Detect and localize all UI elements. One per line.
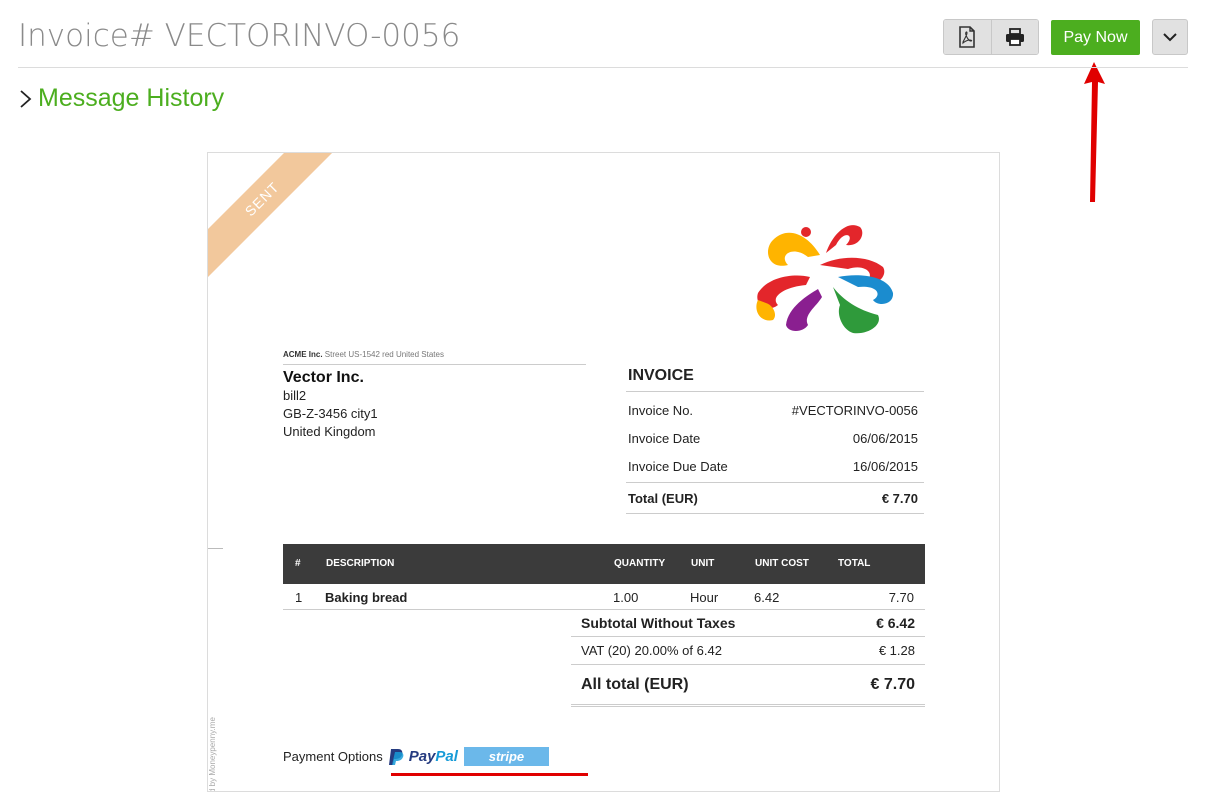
fold-mark bbox=[208, 548, 223, 549]
invoice-date-row: Invoice Date 06/06/2015 bbox=[626, 424, 924, 452]
cell-num: 1 bbox=[295, 590, 303, 605]
invoice-heading: INVOICE bbox=[626, 367, 924, 392]
column-header: QUANTITY bbox=[614, 558, 666, 569]
paypal-wordmark: PayPal bbox=[409, 748, 458, 765]
cell-total: 7.70 bbox=[888, 590, 914, 605]
bill-to-line: United Kingdom bbox=[283, 424, 376, 439]
watermark-text: d by Moneypenny.me bbox=[208, 717, 217, 792]
vat-row: VAT (20) 20.00% of 6.42 € 1.28 bbox=[571, 637, 925, 665]
header-divider bbox=[18, 67, 1188, 68]
column-header: UNIT COST bbox=[755, 558, 809, 569]
all-total-value: € 7.70 bbox=[870, 675, 915, 693]
payment-options-label: Payment Options bbox=[283, 749, 383, 764]
subtotal-label: Subtotal Without Taxes bbox=[581, 615, 736, 631]
paypal-icon bbox=[388, 748, 404, 765]
status-ribbon: SENT bbox=[208, 153, 347, 292]
cell-unit-cost: 6.42 bbox=[754, 590, 780, 605]
all-total-label: All total (EUR) bbox=[581, 675, 689, 693]
summary-value: #VECTORINVO-0056 bbox=[791, 402, 918, 418]
summary-label: Invoice Due Date bbox=[628, 458, 728, 474]
sender-street: Street US-1542 red United States bbox=[324, 350, 444, 359]
bill-to-line: bill2 bbox=[283, 388, 307, 403]
summary-label: Invoice No. bbox=[628, 402, 694, 418]
annotation-arrow bbox=[1084, 62, 1105, 202]
invoice-total-row: Total (EUR) € 7.70 bbox=[626, 482, 924, 514]
pay-now-button[interactable]: Pay Now bbox=[1051, 20, 1140, 55]
chevron-down-icon bbox=[1163, 32, 1177, 41]
page-title: Invoice# VECTORINVO-0056 bbox=[18, 18, 461, 54]
sender-address: ACME Inc. Street US-1542 red United Stat… bbox=[283, 350, 586, 365]
export-button-group bbox=[943, 19, 1039, 55]
column-header: # bbox=[295, 558, 301, 569]
invoice-summary: INVOICE Invoice No. #VECTORINVO-0056 Inv… bbox=[626, 367, 924, 514]
vat-label: VAT (20) 20.00% of 6.42 bbox=[581, 643, 722, 658]
vat-value: € 1.28 bbox=[878, 643, 915, 658]
summary-value: 16/06/2015 bbox=[852, 458, 918, 474]
table-header: # DESCRIPTION QUANTITY UNIT UNIT COST TO… bbox=[283, 544, 925, 584]
totals-block: Subtotal Without Taxes € 6.42 VAT (20) 2… bbox=[571, 610, 925, 707]
summary-value: 06/06/2015 bbox=[852, 430, 918, 446]
annotation-underline bbox=[391, 773, 588, 776]
payment-options: Payment Options PayPal stripe bbox=[283, 747, 549, 766]
pdf-icon bbox=[959, 26, 976, 48]
column-header: DESCRIPTION bbox=[326, 558, 395, 569]
subtotal-row: Subtotal Without Taxes € 6.42 bbox=[571, 610, 925, 637]
summary-value: € 7.70 bbox=[881, 490, 918, 506]
cell-quantity: 1.00 bbox=[613, 590, 639, 605]
all-total-row: All total (EUR) € 7.70 bbox=[571, 665, 925, 707]
company-logo bbox=[756, 225, 894, 334]
status-ribbon-label: SENT bbox=[208, 153, 345, 282]
stripe-button[interactable]: stripe bbox=[463, 747, 549, 766]
table-row: 1 Baking bread 1.00 Hour 6.42 7.70 bbox=[283, 584, 925, 610]
cell-description: Baking bread bbox=[325, 590, 408, 605]
bill-to-name: Vector Inc. bbox=[283, 369, 364, 386]
print-button[interactable] bbox=[990, 20, 1038, 54]
bill-to-block: Vector Inc. bill2 GB-Z-3456 city1 United… bbox=[283, 369, 378, 441]
invoice-due-date-row: Invoice Due Date 16/06/2015 bbox=[626, 452, 924, 480]
message-history-toggle[interactable]: Message History bbox=[18, 84, 224, 113]
column-header: TOTAL bbox=[838, 558, 871, 569]
paypal-pay: Pay bbox=[408, 748, 436, 765]
summary-label: Invoice Date bbox=[628, 430, 701, 446]
subtotal-value: € 6.42 bbox=[876, 615, 915, 631]
message-history-label: Message History bbox=[38, 84, 225, 112]
pdf-button[interactable] bbox=[944, 20, 991, 54]
more-options-button[interactable] bbox=[1152, 19, 1188, 55]
bill-to-line: GB-Z-3456 city1 bbox=[283, 406, 378, 421]
chevron-right-icon bbox=[20, 89, 32, 108]
paypal-button[interactable]: PayPal bbox=[387, 748, 458, 766]
invoice-document: SENT d by Moneypenny.me ACME Inc. Street… bbox=[207, 152, 1000, 792]
invoice-number-row: Invoice No. #VECTORINVO-0056 bbox=[626, 396, 924, 424]
column-header: UNIT bbox=[691, 558, 715, 569]
summary-label: Total (EUR) bbox=[628, 490, 698, 506]
cell-unit: Hour bbox=[690, 590, 719, 605]
sender-company: ACME Inc. bbox=[283, 350, 323, 359]
line-items-table: # DESCRIPTION QUANTITY UNIT UNIT COST TO… bbox=[283, 544, 925, 610]
paypal-pal: Pal bbox=[435, 748, 458, 765]
print-icon bbox=[1005, 28, 1024, 46]
